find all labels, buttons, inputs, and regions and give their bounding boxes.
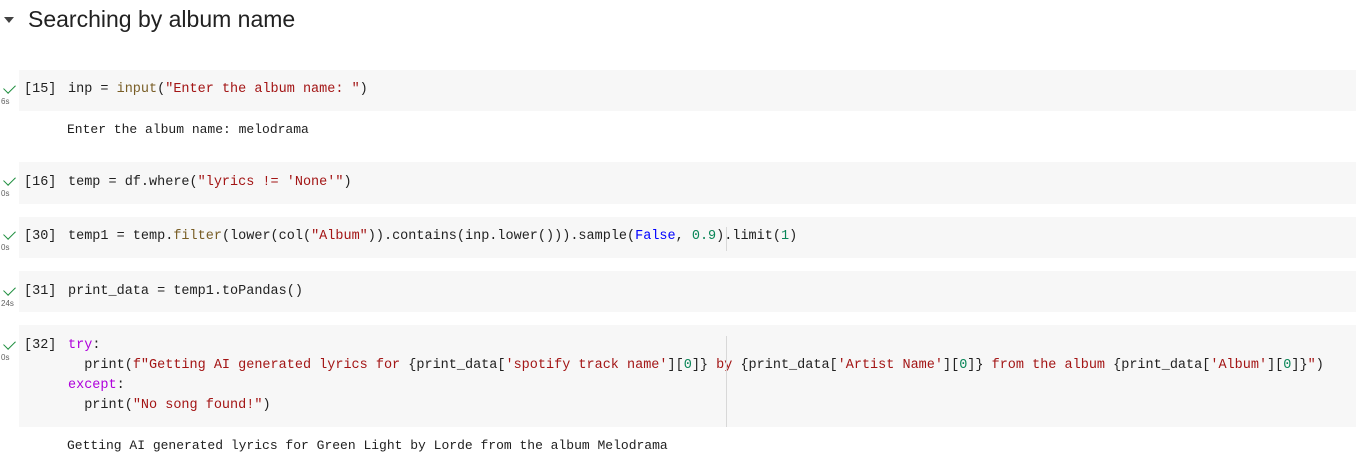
code-line: except: bbox=[68, 376, 125, 396]
code-token: 'spotify track name' bbox=[505, 358, 668, 373]
code-token: "Enter the album name: " bbox=[165, 82, 360, 97]
execution-duration: 6s bbox=[1, 97, 10, 106]
code-token: print( bbox=[68, 358, 133, 373]
execution-duration: 0s bbox=[1, 243, 10, 252]
code-token: ][ bbox=[1267, 358, 1284, 373]
execution-count: [32] bbox=[24, 338, 57, 353]
code-token: "No song found!" bbox=[132, 398, 263, 413]
code-token: ]} bbox=[1291, 358, 1308, 373]
code-line: temp1 = temp.filter(lower(col("Album")).… bbox=[68, 227, 797, 247]
check-icon bbox=[3, 337, 16, 350]
line-length-ruler bbox=[726, 227, 727, 251]
code-token: inp = bbox=[68, 82, 117, 97]
code-token: temp1 = temp. bbox=[68, 229, 174, 244]
execution-duration: 24s bbox=[1, 299, 14, 308]
code-token: ][ bbox=[942, 358, 960, 373]
run-status[interactable]: 6s bbox=[0, 81, 18, 106]
run-status[interactable]: 0s bbox=[0, 227, 18, 252]
code-token: "Album" bbox=[311, 229, 368, 244]
code-token: {print_data[ bbox=[408, 358, 506, 373]
check-icon bbox=[3, 227, 16, 240]
code-line: print_data = temp1.toPandas() bbox=[68, 282, 303, 302]
code-token: {print_data[ bbox=[740, 358, 838, 373]
execution-duration: 0s bbox=[1, 189, 10, 198]
collapse-caret-icon[interactable] bbox=[4, 17, 14, 23]
execution-count: [15] bbox=[24, 82, 57, 97]
code-token: ) bbox=[343, 175, 352, 190]
code-token: 'Album' bbox=[1210, 358, 1268, 373]
code-token: 0 bbox=[683, 358, 692, 373]
code-token: by bbox=[708, 358, 741, 373]
code-token: f"Getting AI generated lyrics for bbox=[132, 358, 409, 373]
code-token: print( bbox=[68, 398, 133, 413]
code-line: inp = input("Enter the album name: ") bbox=[68, 80, 368, 100]
code-line: print("No song found!") bbox=[68, 396, 271, 416]
code-line: try: bbox=[68, 336, 100, 356]
code-token: : bbox=[92, 338, 101, 353]
code-token: print_data = temp1.toPandas() bbox=[68, 284, 303, 299]
code-token: 0.9 bbox=[691, 229, 717, 244]
cell-output: Enter the album name: melodrama bbox=[67, 122, 309, 137]
code-token: " bbox=[1307, 358, 1316, 373]
code-token: input bbox=[116, 82, 158, 97]
execution-count: [31] bbox=[24, 284, 57, 299]
run-status[interactable]: 0s bbox=[0, 337, 18, 362]
code-token: temp = df.where( bbox=[68, 175, 198, 190]
code-token: 1 bbox=[780, 229, 790, 244]
code-token: try bbox=[68, 338, 93, 353]
check-icon bbox=[3, 81, 16, 94]
section-header: Searching by album name bbox=[0, 0, 1356, 42]
check-icon bbox=[3, 283, 16, 296]
execution-duration: 0s bbox=[1, 353, 10, 362]
check-icon bbox=[3, 173, 16, 186]
code-token: ) bbox=[262, 398, 271, 413]
code-token: ) bbox=[789, 229, 798, 244]
code-token: {print_data[ bbox=[1113, 358, 1211, 373]
code-token: (lower(col( bbox=[221, 229, 312, 244]
code-token: , bbox=[675, 229, 692, 244]
code-token: ][ bbox=[667, 358, 684, 373]
code-token: 'Artist Name' bbox=[837, 358, 943, 373]
line-length-ruler bbox=[726, 336, 727, 427]
code-token: : bbox=[116, 378, 125, 393]
cell-output: Getting AI generated lyrics for Green Li… bbox=[67, 438, 668, 453]
code-line: print(f"Getting AI generated lyrics for … bbox=[68, 356, 1324, 376]
code-line: temp = df.where("lyrics != 'None'") bbox=[68, 173, 352, 193]
code-token: ) bbox=[359, 82, 368, 97]
execution-count: [30] bbox=[24, 229, 57, 244]
run-status[interactable]: 0s bbox=[0, 173, 18, 198]
code-token: ]} bbox=[967, 358, 984, 373]
code-token: ) bbox=[1315, 358, 1324, 373]
code-token: filter bbox=[173, 229, 222, 244]
code-token: from the album bbox=[983, 358, 1114, 373]
section-title: Searching by album name bbox=[28, 6, 296, 32]
code-token: ]} bbox=[691, 358, 709, 373]
code-token: False bbox=[635, 229, 676, 244]
code-token: except bbox=[68, 378, 117, 393]
code-token: )).contains(inp.lower())).sample( bbox=[367, 229, 636, 244]
execution-count: [16] bbox=[24, 175, 57, 190]
run-status[interactable]: 24s bbox=[0, 283, 18, 308]
code-token: "lyrics != 'None'" bbox=[197, 175, 344, 190]
